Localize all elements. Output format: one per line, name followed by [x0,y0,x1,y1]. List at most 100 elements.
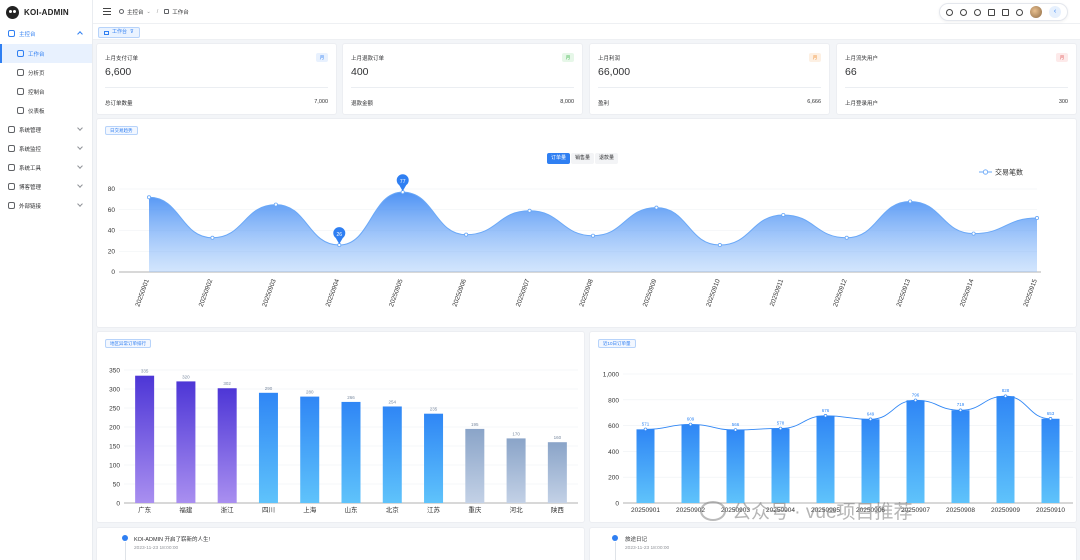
refresh-icon[interactable] [960,8,967,16]
line-point[interactable] [688,422,693,427]
sidebar-item-5[interactable]: 系统管理 [0,120,92,139]
legend-marker [982,169,989,175]
sidebar-item-9[interactable]: 外部链接 [0,196,92,215]
point-value-label: 566 [732,422,740,427]
bar[interactable] [996,396,1015,503]
collapse-toolbar-icon[interactable]: ‹ [1049,6,1061,18]
sidebar-item-4[interactable]: 仪表板 [0,101,92,120]
line-point[interactable] [643,427,648,432]
line-point[interactable] [733,428,738,432]
avatar[interactable] [1030,6,1042,18]
sidebar-item-7[interactable]: 系统工具 [0,158,92,177]
link-icon [8,202,15,209]
x-tick-label: 重庆 [468,505,482,514]
bar[interactable] [726,429,745,503]
bar-value-label: 195 [471,422,479,427]
monitor-screen-icon [8,145,15,152]
trend-point[interactable] [1035,216,1040,221]
point-value-label: 653 [1047,411,1055,416]
y-tick-label: 80 [108,186,116,193]
theme-icon[interactable] [988,8,995,16]
sidebar-item-label: 系统管理 [19,127,42,134]
trend-point[interactable] [971,231,976,236]
stat-value: 66 [845,66,857,78]
x-tick-label: 北京 [386,505,400,514]
monitor-icon [17,50,24,57]
timeline-line [124,542,126,560]
dark-mode-icon[interactable] [974,8,981,16]
bar[interactable] [506,438,526,503]
bar[interactable] [135,375,155,503]
chevron-down-icon: ⌄ [146,8,151,15]
settings-icon[interactable] [1016,8,1023,16]
line-point[interactable] [778,426,783,431]
bar[interactable] [771,428,790,503]
breadcrumb-item-main[interactable]: 主控台 [127,8,144,16]
trend-point[interactable] [464,232,469,237]
sidebar-item-1[interactable]: 工作台 [0,44,92,63]
sidebar-item-3[interactable]: 控制台 [0,82,92,101]
sidebar-item-label: 系统工具 [19,165,42,172]
menu-fold-icon[interactable] [103,8,111,15]
y-tick-label: 60 [108,207,116,214]
sidebar-item-6[interactable]: 系统监控 [0,139,92,158]
stat-value: 400 [351,66,369,78]
divider [845,87,1068,88]
trend-point[interactable] [844,235,849,240]
trend-point[interactable] [717,243,722,248]
bar[interactable] [424,413,444,503]
line-point[interactable] [1048,417,1053,421]
trend-point[interactable] [273,202,278,207]
bar[interactable] [382,406,402,503]
bar[interactable] [217,388,237,503]
trend-point[interactable] [590,233,595,238]
point-value-label: 828 [1002,388,1010,393]
stat-foot-value: 7,000 [314,99,328,105]
stat-foot-value: 6,666 [807,99,821,105]
tab-workbench[interactable]: 工作台 ⊽ [98,27,140,38]
y-tick-label: 200 [608,475,619,482]
line-point[interactable] [823,414,828,418]
line-point[interactable] [958,408,963,412]
bar[interactable] [341,401,361,503]
trend-point[interactable] [781,212,786,217]
legend-label[interactable]: 交易笔数 [995,168,1023,177]
line-point[interactable] [868,417,873,422]
x-tick-label: 20250907 [515,278,532,308]
monitor-icon [164,9,170,14]
trend-point[interactable] [654,205,659,210]
bar[interactable] [636,429,655,503]
bar[interactable] [1041,418,1060,503]
trend-point[interactable] [210,235,215,240]
chevron-down-icon [77,182,83,188]
logo[interactable]: KOI-ADMIN [0,0,92,24]
stat-foot-label: 总订单数量 [105,101,133,107]
search-icon[interactable] [946,8,953,16]
sidebar-item-0[interactable]: 主控台 [0,24,92,43]
fullscreen-icon[interactable] [1002,8,1009,16]
bar[interactable] [465,428,485,503]
line-point[interactable] [1003,394,1008,398]
bar[interactable] [951,410,970,503]
region-card: 地区异常订单排行 0 50 100 150 200 250 300 350 335 广东 320 福建… [96,331,585,523]
bar[interactable] [258,392,278,503]
region-chart: 0 50 100 150 200 250 300 350 335 广东 320 福建 302 浙江 290 四… [109,368,578,514]
sidebar-item-8[interactable]: 博客管理 [0,177,92,196]
bar[interactable] [547,442,567,503]
bar[interactable] [816,415,835,503]
line-point[interactable] [913,398,918,403]
divider [598,87,821,88]
sidebar-item-2[interactable]: 分析页 [0,63,92,82]
bar[interactable] [861,419,880,503]
y-tick-label: 800 [608,397,619,404]
bar[interactable] [300,396,320,503]
bar[interactable] [681,424,700,503]
trend-point[interactable] [527,208,532,213]
bar[interactable] [906,400,925,503]
trend-point[interactable] [908,199,913,204]
x-tick-label: 浙江 [221,505,235,514]
bar[interactable] [176,381,196,503]
x-tick-label: 20250901 [631,507,660,514]
trend-point[interactable] [147,195,152,200]
stat-foot-label: 上月登录用户 [845,101,879,107]
